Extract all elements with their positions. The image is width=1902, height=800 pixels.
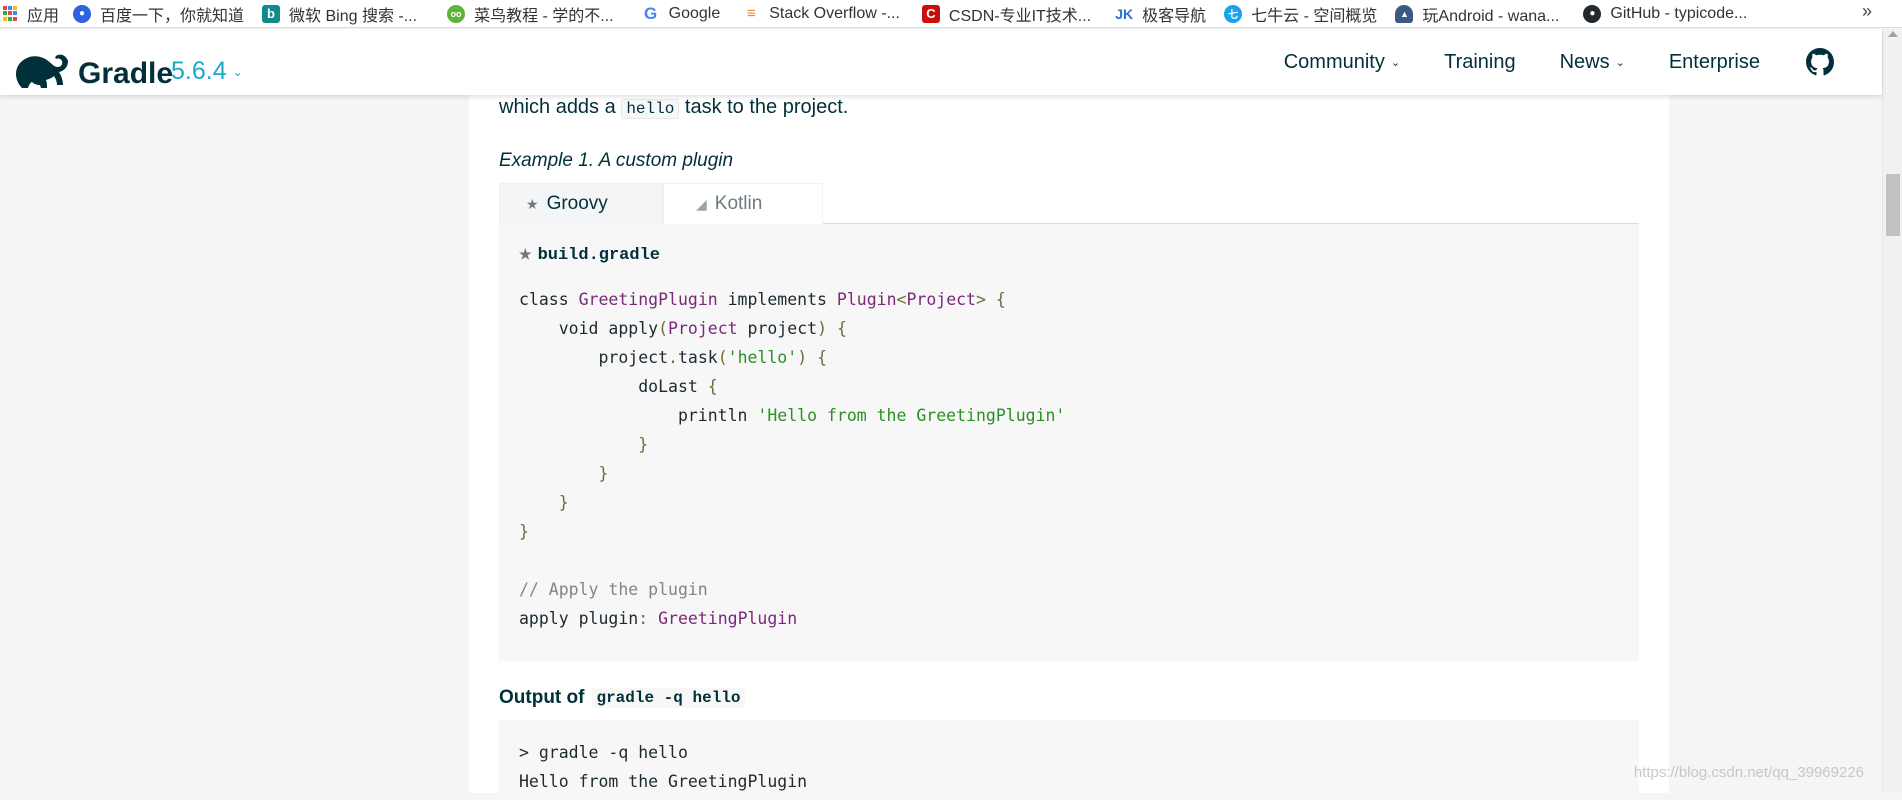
intro-text: task to the project. (684, 96, 849, 118)
bookmark-csdn[interactable]: C CSDN-专业IT技术... (921, 0, 1092, 27)
bookmark-apps[interactable]: 应用 (2, 0, 60, 27)
github-icon: ● (1583, 4, 1602, 23)
output-listing: > gradle -q hello Hello from the Greetin… (519, 738, 807, 796)
bookmark-label: 极客导航 (1142, 7, 1207, 25)
main-nav: Community ⌄ Training News ⌄ Enterprise (1240, 29, 1882, 95)
bookmark-label: 应用 (27, 7, 60, 25)
file-title: ★ build.gradle (519, 246, 660, 265)
tab-groovy[interactable]: ★ Groovy (499, 183, 663, 224)
nav-label: News (1559, 50, 1610, 73)
nav-label: Community (1283, 50, 1385, 73)
tab-label: Kotlin (714, 193, 763, 214)
bookmark-label: 菜鸟教程 - 学的不... (474, 7, 614, 25)
version-selector[interactable]: 5.6.4 ⌄ (171, 57, 243, 86)
code-block: ★ build.gradle class GreetingPlugin impl… (499, 224, 1639, 661)
output-block: > gradle -q hello Hello from the Greetin… (499, 720, 1639, 800)
csdn-icon: C (921, 4, 940, 23)
site-header: Gradle 5.6.4 ⌄ Community ⌄ Training News… (0, 29, 1882, 95)
github-icon[interactable] (1806, 48, 1834, 76)
page-scrollbar[interactable] (1882, 29, 1902, 793)
qiniu-icon: 七 (1224, 4, 1243, 23)
output-label: Output of (499, 687, 585, 708)
intro-paragraph: which adds a hello task to the project. (499, 95, 848, 121)
nav-label: Training (1444, 50, 1516, 73)
intro-text: which adds a (499, 96, 616, 118)
bookmark-label: 微软 Bing 搜索 -... (289, 7, 418, 25)
bookmark-label: 玩Android - wana... (1422, 7, 1560, 25)
output-title: Output of gradle -q hello (499, 687, 745, 709)
output-line: > gradle -q hello (519, 743, 688, 762)
bookmarks-overflow-button[interactable]: » (1862, 0, 1872, 22)
gradle-elephant-icon (16, 54, 68, 88)
kotlin-icon: ◢ (696, 195, 707, 212)
google-icon: G (644, 3, 658, 23)
bookmark-label: 七牛云 - 空间概览 (1251, 7, 1378, 25)
gradle-logo[interactable]: Gradle (14, 47, 173, 89)
bookmark-google[interactable]: G Google (642, 0, 721, 27)
tab-label: Groovy (546, 193, 608, 214)
language-tabs: ★ Groovy ◢ Kotlin (499, 183, 1639, 224)
stackoverflow-icon: ≡ (746, 5, 756, 22)
nav-label: Enterprise (1668, 50, 1760, 73)
bookmark-label: CSDN-专业IT技术... (948, 7, 1092, 25)
nav-training[interactable]: Training (1444, 51, 1516, 74)
groovy-star-icon: ★ (519, 248, 532, 264)
code-listing: class GreetingPlugin implements Plugin<P… (519, 290, 1066, 628)
output-line: Hello from the GreetingPlugin (519, 772, 808, 791)
chevron-down-icon: ⌄ (1615, 56, 1625, 69)
bookmark-jike[interactable]: JK 极客导航 (1115, 0, 1207, 27)
bookmarks-bar: 应用 ● 百度一下，你就知道 b 微软 Bing 搜索 -... oo 菜鸟教程… (0, 0, 1902, 28)
docs-content: which adds a hello task to the project. … (469, 95, 1669, 800)
watermark: https://blog.csdn.net/qq_39969226 (1633, 764, 1864, 781)
chevron-down-icon: ⌄ (232, 64, 243, 79)
jike-icon: JK (1115, 5, 1134, 22)
bookmark-label: GitHub - typicode... (1610, 4, 1748, 22)
bookmark-label: Stack Overflow -... (769, 4, 900, 22)
bookmark-runoob[interactable]: oo 菜鸟教程 - 学的不... (447, 0, 614, 27)
apps-grid-icon (2, 5, 18, 22)
chevron-down-icon: ⌄ (1390, 56, 1401, 69)
groovy-star-icon: ★ (526, 195, 539, 212)
bookmark-github[interactable]: ● GitHub - typicode... (1583, 0, 1748, 27)
file-name: build.gradle (537, 246, 660, 265)
android-icon: ▲ (1395, 4, 1414, 23)
scrollbar-thumb[interactable] (1886, 174, 1900, 236)
bookmark-wanandroid[interactable]: ▲ 玩Android - wana... (1395, 0, 1560, 27)
inline-code: hello (621, 99, 680, 119)
output-command: gradle -q hello (592, 688, 745, 708)
brand-name: Gradle (78, 57, 174, 90)
nav-enterprise[interactable]: Enterprise (1669, 51, 1760, 74)
bookmark-bing[interactable]: b 微软 Bing 搜索 -... (262, 0, 418, 27)
version-number: 5.6.4 (171, 57, 227, 85)
bing-icon: b (262, 4, 281, 23)
bookmark-label: 百度一下，你就知道 (100, 7, 245, 25)
nav-news[interactable]: News ⌄ (1560, 51, 1625, 74)
bookmark-qiniu[interactable]: 七 七牛云 - 空间概览 (1224, 0, 1378, 27)
tab-kotlin[interactable]: ◢ Kotlin (663, 183, 823, 224)
bookmark-stackoverflow[interactable]: ≡ Stack Overflow -... (742, 0, 900, 27)
bookmark-label: Google (668, 4, 721, 22)
runoob-icon: oo (447, 4, 466, 23)
baidu-paw-icon: ● (73, 4, 92, 23)
nav-community[interactable]: Community ⌄ (1284, 51, 1400, 74)
example-title: Example 1. A custom plugin (499, 150, 734, 171)
bookmark-baidu[interactable]: ● 百度一下，你就知道 (73, 0, 245, 27)
scroll-up-arrow-icon[interactable] (1888, 31, 1898, 37)
